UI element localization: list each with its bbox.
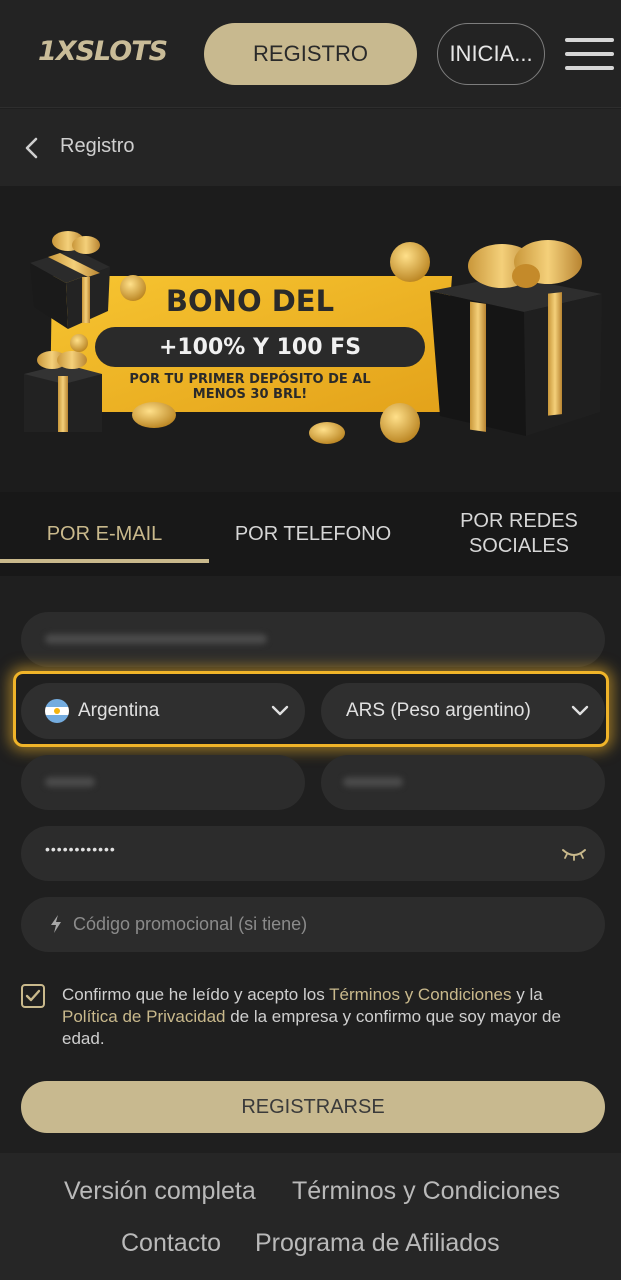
top-header: 1XSLOTS REGISTRO INICIA... bbox=[0, 0, 621, 108]
footer: Versión completa Términos y Condiciones … bbox=[0, 1153, 621, 1280]
eye-closed-icon[interactable] bbox=[561, 846, 587, 862]
registration-tabs: POR E-MAIL POR TELEFONO POR REDES SOCIAL… bbox=[0, 492, 621, 576]
footer-contact-link[interactable]: Contacto bbox=[121, 1229, 221, 1258]
privacy-link[interactable]: Política de Privacidad bbox=[62, 1007, 225, 1026]
first-name-blurred-value bbox=[45, 777, 95, 787]
email-field[interactable] bbox=[21, 612, 605, 667]
terms-link[interactable]: Términos y Condiciones bbox=[329, 985, 511, 1004]
hamburger-menu-icon[interactable] bbox=[565, 38, 614, 70]
tab-social-line2: SOCIALES bbox=[468, 535, 570, 557]
bonus-banner[interactable]: BONO DEL +100% Y 100 FS POR TU PRIMER DE… bbox=[0, 186, 621, 492]
banner-title: BONO DEL bbox=[165, 284, 335, 318]
consent-text-1: Confirmo que he leído y acepto los bbox=[62, 985, 330, 1004]
footer-terms-link[interactable]: Términos y Condiciones bbox=[292, 1177, 560, 1206]
tab-social-line1: POR REDES bbox=[460, 510, 578, 532]
first-name-field[interactable] bbox=[21, 755, 305, 810]
last-name-blurred-value bbox=[343, 777, 403, 787]
banner-amount: +100% Y 100 FS bbox=[158, 335, 362, 360]
brand-logo[interactable]: 1XSLOTS bbox=[38, 36, 168, 67]
consent-text-2: y la bbox=[511, 985, 543, 1004]
page-title: Registro bbox=[60, 135, 135, 157]
banner-subtitle-2: MENOS 30 BRL! bbox=[192, 387, 308, 402]
tab-email[interactable]: POR E-MAIL bbox=[0, 492, 209, 576]
chevron-left-icon[interactable] bbox=[22, 136, 42, 160]
consent-checkbox[interactable] bbox=[21, 984, 45, 1008]
lightning-icon bbox=[51, 915, 61, 933]
footer-full-version-link[interactable]: Versión completa bbox=[64, 1177, 256, 1206]
tab-social[interactable]: POR REDES SOCIALES bbox=[417, 492, 621, 576]
email-blurred-value bbox=[45, 634, 267, 644]
login-button[interactable]: INICIA... bbox=[437, 23, 545, 85]
submit-register-button[interactable]: REGISTRARSE bbox=[21, 1081, 605, 1133]
password-value: •••••••••••• bbox=[45, 841, 116, 857]
consent-text: Confirmo que he leído y acepto los Térmi… bbox=[62, 984, 602, 1050]
tab-phone[interactable]: POR TELEFONO bbox=[209, 492, 417, 576]
banner-subtitle-1: POR TU PRIMER DEPÓSITO DE AL bbox=[129, 372, 371, 387]
checkmark-icon bbox=[25, 989, 41, 1002]
last-name-field[interactable] bbox=[321, 755, 605, 810]
promo-code-placeholder: Código promocional (si tiene) bbox=[73, 914, 308, 934]
active-tab-indicator bbox=[0, 559, 209, 563]
country-currency-highlight bbox=[13, 671, 609, 747]
register-button[interactable]: REGISTRO bbox=[204, 23, 417, 85]
footer-affiliates-link[interactable]: Programa de Afiliados bbox=[255, 1229, 500, 1258]
